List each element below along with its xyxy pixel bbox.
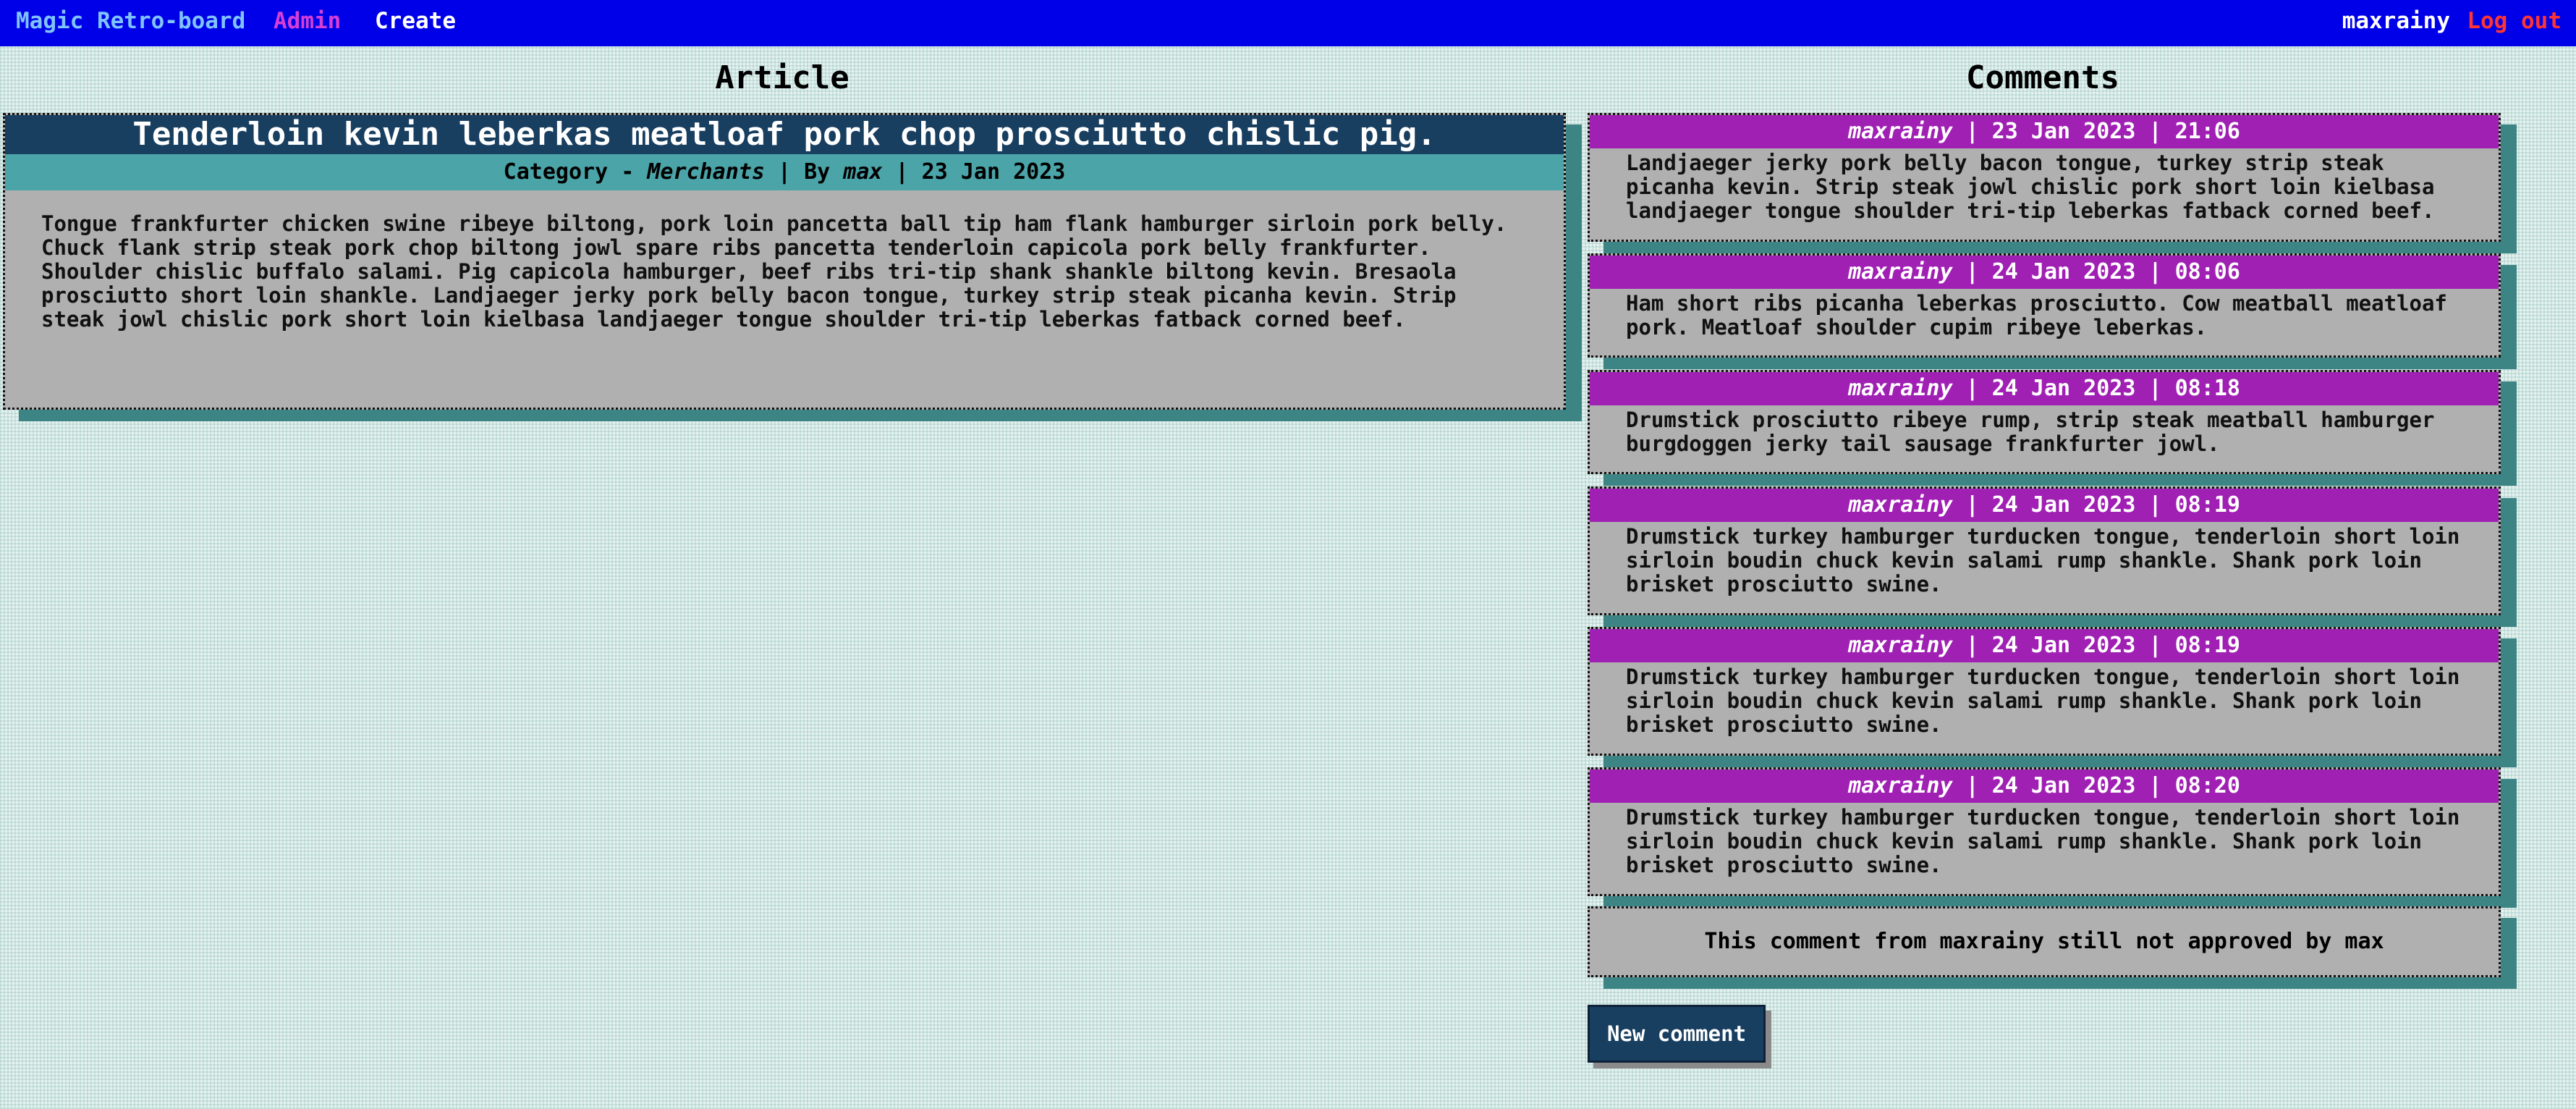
article-category[interactable]: Merchants bbox=[647, 159, 765, 185]
comment-timestamp: | 23 Jan 2023 | 21:06 bbox=[1952, 119, 2240, 144]
article-author[interactable]: max bbox=[843, 159, 882, 185]
comment-body: Ham short ribs picanha leberkas prosciut… bbox=[1626, 291, 2447, 340]
comment-timestamp: | 24 Jan 2023 | 08:06 bbox=[1952, 259, 2240, 284]
comment-timestamp: | 24 Jan 2023 | 08:20 bbox=[1952, 773, 2240, 798]
comment-header: maxrainy | 24 Jan 2023 | 08:20 bbox=[1590, 769, 2499, 803]
comment-author: maxrainy bbox=[1848, 492, 1953, 518]
comment-body: Drumstick turkey hamburger turducken ton… bbox=[1626, 524, 2460, 596]
category-prefix: Category - bbox=[503, 159, 648, 185]
by-prefix: | By bbox=[764, 159, 844, 185]
comment-author: maxrainy bbox=[1848, 259, 1953, 284]
comment-card: maxrainy | 24 Jan 2023 | 08:18 Drumstick… bbox=[1588, 370, 2501, 474]
article-body: Tongue frankfurter chicken swine ribeye … bbox=[41, 211, 1507, 332]
article-date: 23 Jan 2023 bbox=[921, 159, 1066, 185]
comment-header: maxrainy | 24 Jan 2023 | 08:19 bbox=[1590, 629, 2499, 662]
comment-timestamp: | 24 Jan 2023 | 08:18 bbox=[1952, 376, 2240, 401]
admin-link[interactable]: Admin bbox=[274, 0, 341, 42]
article-section-heading: Article bbox=[715, 59, 850, 96]
comment-body: Drumstick turkey hamburger turducken ton… bbox=[1626, 665, 2460, 737]
article-meta: Category - Merchants | By max | 23 Jan 2… bbox=[5, 154, 1564, 190]
logout-link[interactable]: Log out bbox=[2467, 0, 2562, 42]
new-comment-button[interactable]: New comment bbox=[1588, 1005, 1766, 1063]
comment-body: Drumstick prosciutto ribeye rump, strip … bbox=[1626, 408, 2435, 456]
comment-author: maxrainy bbox=[1848, 773, 1953, 798]
pending-comment-notice: This comment from maxrainy still not app… bbox=[1588, 906, 2501, 977]
comment-card: maxrainy | 23 Jan 2023 | 21:06 Landjaege… bbox=[1588, 113, 2501, 242]
comment-card: maxrainy | 24 Jan 2023 | 08:06 Ham short… bbox=[1588, 253, 2501, 358]
comment-timestamp: | 24 Jan 2023 | 08:19 bbox=[1952, 633, 2240, 658]
comment-header: maxrainy | 23 Jan 2023 | 21:06 bbox=[1590, 115, 2499, 148]
top-nav-bar: Magic Retro-board Admin Create maxrainy … bbox=[0, 0, 2576, 46]
comment-card: maxrainy | 24 Jan 2023 | 08:20 Drumstick… bbox=[1588, 767, 2501, 896]
comment-timestamp: | 24 Jan 2023 | 08:19 bbox=[1952, 492, 2240, 518]
comment-author: maxrainy bbox=[1848, 376, 1953, 401]
comments-section-heading: Comments bbox=[1966, 59, 2119, 96]
brand-link[interactable]: Magic Retro-board bbox=[16, 0, 245, 42]
comment-author: maxrainy bbox=[1848, 633, 1953, 658]
comment-body: Drumstick turkey hamburger turducken ton… bbox=[1626, 805, 2460, 877]
username-link[interactable]: maxrainy bbox=[2342, 0, 2450, 42]
comment-card: maxrainy | 24 Jan 2023 | 08:19 Drumstick… bbox=[1588, 486, 2501, 615]
date-separator: | bbox=[882, 159, 922, 185]
comment-card: maxrainy | 24 Jan 2023 | 08:19 Drumstick… bbox=[1588, 627, 2501, 756]
comment-header: maxrainy | 24 Jan 2023 | 08:19 bbox=[1590, 489, 2499, 522]
comment-author: maxrainy bbox=[1848, 119, 1953, 144]
article-card: Tenderloin kevin leberkas meatloaf pork … bbox=[3, 113, 1566, 410]
comment-body: Landjaeger jerky pork belly bacon tongue… bbox=[1626, 151, 2435, 223]
comment-header: maxrainy | 24 Jan 2023 | 08:18 bbox=[1590, 372, 2499, 405]
create-link[interactable]: Create bbox=[375, 0, 456, 42]
article-title: Tenderloin kevin leberkas meatloaf pork … bbox=[5, 115, 1564, 154]
comment-header: maxrainy | 24 Jan 2023 | 08:06 bbox=[1590, 256, 2499, 289]
